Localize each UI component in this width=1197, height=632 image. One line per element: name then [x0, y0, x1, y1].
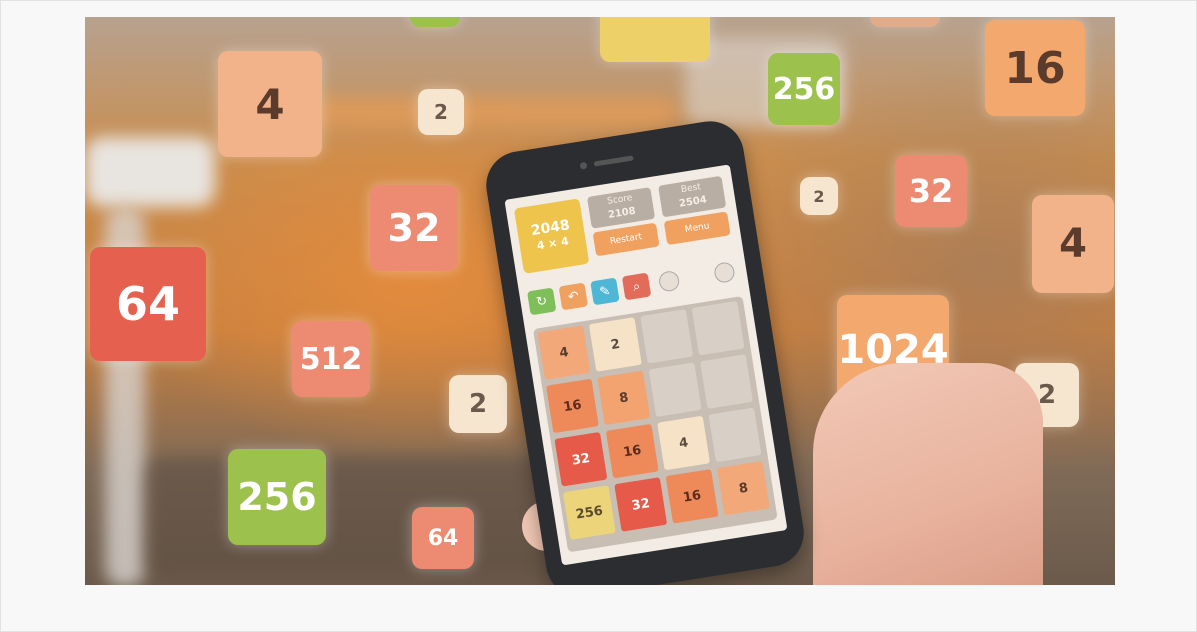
floating-tile: 64	[412, 507, 474, 569]
tile-partial	[410, 17, 460, 27]
board-cell: 4	[657, 415, 711, 471]
background-blur-shape	[145, 457, 565, 577]
camera-icon	[579, 161, 588, 170]
floating-tile: 2	[449, 375, 507, 433]
menu-button[interactable]: Menu	[663, 211, 731, 246]
game-board[interactable]: 4 2 16 8 32 16 4 256 32 16 8	[532, 295, 778, 553]
game-logo: 2048 4 × 4	[513, 198, 590, 274]
board-cell: 32	[554, 431, 608, 487]
floating-tile: 512	[292, 321, 370, 397]
floating-tile: 32	[370, 185, 458, 271]
floating-tile: 16	[985, 20, 1085, 116]
tile-partial	[870, 17, 940, 27]
floating-tile: 256	[768, 53, 840, 125]
board-cell-empty	[691, 300, 745, 356]
board-cell-empty	[640, 309, 694, 364]
coin-icon	[657, 269, 681, 293]
hammer-icon[interactable]: ✎	[590, 277, 620, 306]
game-screen: 2048 4 × 4 Score 2108 Best 2504 Restart …	[504, 164, 788, 566]
floating-tile: 2	[800, 177, 838, 215]
speaker-grille	[593, 155, 634, 167]
board-cell: 16	[605, 423, 659, 479]
hand	[813, 363, 1043, 585]
refresh-icon[interactable]: ↻	[527, 287, 557, 316]
score-box: Score 2108	[586, 187, 656, 229]
logo-mode: 4 × 4	[535, 234, 570, 253]
floating-tile: 4	[1032, 195, 1114, 293]
board-cell: 16	[545, 378, 599, 434]
floating-tile: 32	[895, 155, 967, 227]
board-cell-empty	[700, 354, 753, 409]
board-cell: 4	[537, 325, 591, 380]
background-blur-shape	[85, 137, 215, 207]
board-cell: 256	[562, 485, 616, 540]
floating-tile: 2	[418, 89, 464, 135]
floating-tile: 256	[228, 449, 326, 545]
board-cell-empty	[708, 407, 762, 463]
undo-icon[interactable]: ↶	[558, 282, 589, 311]
coin-icon	[713, 261, 736, 284]
board-cell: 16	[665, 469, 719, 524]
tile-partial	[600, 17, 710, 62]
search-icon[interactable]: ⌕	[621, 272, 652, 301]
board-cell: 8	[716, 460, 770, 516]
board-cell: 8	[597, 370, 651, 426]
best-box: Best 2504	[658, 175, 727, 218]
floating-tile: 64	[90, 247, 206, 361]
restart-button[interactable]: Restart	[592, 222, 660, 257]
board-cell: 2	[588, 317, 642, 372]
floating-tile: 4	[218, 51, 322, 157]
game-promo-photo: 4 2 32 64 512 2 256 64 256 16 2 32 4 102…	[85, 17, 1115, 585]
board-cell: 32	[614, 477, 668, 532]
board-cell-empty	[648, 362, 702, 417]
